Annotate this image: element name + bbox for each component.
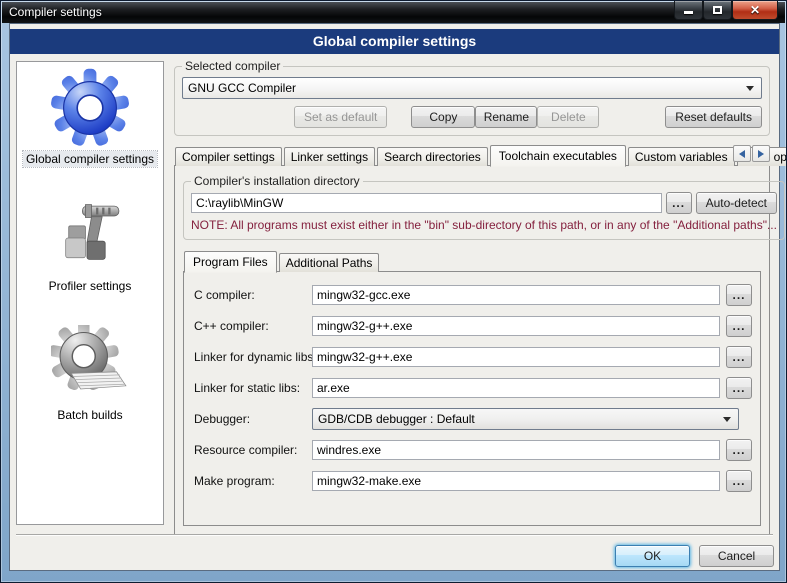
tab-linker-settings[interactable]: Linker settings (284, 147, 375, 166)
reset-defaults-button[interactable]: Reset defaults (665, 106, 762, 128)
tab-compiler-settings[interactable]: Compiler settings (175, 147, 282, 166)
sidebar-item-global-compiler-settings[interactable]: Global compiler settings (23, 68, 157, 167)
close-button[interactable]: ✕ (732, 1, 778, 20)
close-icon: ✕ (750, 4, 760, 16)
toolchain-executables-page: Compiler's installation directory ... Au… (174, 165, 770, 535)
footer-buttons: OK Cancel (615, 545, 774, 567)
ok-button[interactable]: OK (615, 545, 690, 567)
selected-compiler-group: Selected compiler GNU GCC Compiler Set a… (174, 59, 770, 136)
field-row-dynamic-linker: Linker for dynamic libs: ... (194, 346, 752, 368)
note-text: NOTE: All programs must exist either in … (191, 218, 777, 232)
subtab-additional-paths[interactable]: Additional Paths (279, 253, 380, 272)
footer-separator (16, 534, 773, 536)
titlebar[interactable]: Compiler settings (2, 2, 785, 23)
settings-tabstrip: Compiler settings Linker settings Search… (174, 144, 770, 166)
chevron-down-icon (723, 417, 731, 422)
chevron-down-icon (746, 86, 754, 91)
field-row-debugger: Debugger: GDB/CDB debugger : Default (194, 408, 752, 430)
calipers-icon (48, 195, 132, 275)
dynamic-linker-input[interactable] (312, 347, 720, 367)
field-row-make-program: Make program: ... (194, 470, 752, 492)
arrow-left-icon (739, 150, 745, 158)
rename-button[interactable]: Rename (475, 106, 537, 128)
field-row-static-linker: Linker for static libs: ... (194, 377, 752, 399)
auto-detect-button[interactable]: Auto-detect (696, 192, 777, 214)
static-linker-input[interactable] (312, 378, 720, 398)
field-label: Debugger: (194, 412, 306, 426)
field-label: C++ compiler: (194, 319, 306, 333)
main-pane: Selected compiler GNU GCC Compiler Set a… (174, 59, 770, 535)
field-label: Linker for dynamic libs: (194, 350, 306, 364)
blue-gear-icon (48, 68, 132, 148)
tab-search-directories[interactable]: Search directories (377, 147, 488, 166)
tab-toolchain-executables[interactable]: Toolchain executables (490, 145, 626, 167)
tab-scroll-buttons (733, 145, 770, 162)
selected-compiler-group-label: Selected compiler (182, 59, 283, 73)
field-row-resource-compiler: Resource compiler: ... (194, 439, 752, 461)
debugger-select-value: GDB/CDB debugger : Default (318, 412, 475, 426)
cancel-button[interactable]: Cancel (699, 545, 774, 567)
page-title: Global compiler settings (10, 29, 779, 54)
compiler-actions: Set as default Copy Rename Delete Reset … (182, 106, 762, 128)
maximize-button[interactable] (703, 1, 732, 20)
maximize-icon (713, 6, 722, 14)
browse-resource-compiler-button[interactable]: ... (726, 439, 752, 461)
window-title: Compiler settings (9, 5, 102, 19)
sidebar-item-profiler-settings[interactable]: Profiler settings (46, 195, 135, 294)
arrow-right-icon (758, 150, 764, 158)
installation-directory-group: Compiler's installation directory ... Au… (183, 174, 785, 240)
tab-scroll-left-button[interactable] (733, 145, 751, 162)
installation-directory-input[interactable] (191, 193, 662, 213)
sidebar-item-label: Profiler settings (46, 278, 135, 294)
tab-custom-variables[interactable]: Custom variables (628, 147, 735, 166)
program-files-page: C compiler: ... C++ compiler: ... Linker… (183, 271, 761, 526)
set-as-default-button[interactable]: Set as default (294, 106, 387, 128)
files-subtabstrip: Program Files Additional Paths (183, 250, 761, 272)
browse-cpp-compiler-button[interactable]: ... (726, 315, 752, 337)
tab-scroll-right-button[interactable] (752, 145, 770, 162)
minimize-icon (684, 11, 693, 14)
window-controls: ✕ (674, 1, 778, 20)
field-row-c-compiler: C compiler: ... (194, 284, 752, 306)
compiler-settings-dialog: Compiler settings ✕ Global compiler sett… (0, 0, 787, 583)
cpp-compiler-input[interactable] (312, 316, 720, 336)
copy-button[interactable]: Copy (411, 106, 475, 128)
browse-make-program-button[interactable]: ... (726, 470, 752, 492)
c-compiler-input[interactable] (312, 285, 720, 305)
field-label: C compiler: (194, 288, 306, 302)
sidebar-item-label: Global compiler settings (23, 151, 157, 167)
browse-static-linker-button[interactable]: ... (726, 377, 752, 399)
settings-category-sidebar: Global compiler settings (16, 61, 164, 525)
subtab-program-files[interactable]: Program Files (184, 251, 277, 273)
resource-compiler-input[interactable] (312, 440, 720, 460)
browse-c-compiler-button[interactable]: ... (726, 284, 752, 306)
sidebar-item-batch-builds[interactable]: Batch builds (48, 324, 132, 423)
field-label: Make program: (194, 474, 306, 488)
debugger-select[interactable]: GDB/CDB debugger : Default (312, 408, 739, 430)
field-label: Linker for static libs: (194, 381, 306, 395)
minimize-button[interactable] (674, 1, 703, 20)
field-label: Resource compiler: (194, 443, 306, 457)
make-program-input[interactable] (312, 471, 720, 491)
installation-directory-label: Compiler's installation directory (191, 174, 363, 188)
delete-button[interactable]: Delete (537, 106, 599, 128)
dialog-body: Global compiler settings (9, 23, 780, 571)
field-row-cpp-compiler: C++ compiler: ... (194, 315, 752, 337)
gray-gear-papers-icon (48, 324, 132, 404)
compiler-select[interactable]: GNU GCC Compiler (182, 77, 762, 99)
browse-directory-button[interactable]: ... (666, 192, 692, 214)
compiler-select-value: GNU GCC Compiler (188, 81, 296, 95)
sidebar-item-label: Batch builds (54, 407, 125, 423)
browse-dynamic-linker-button[interactable]: ... (726, 346, 752, 368)
